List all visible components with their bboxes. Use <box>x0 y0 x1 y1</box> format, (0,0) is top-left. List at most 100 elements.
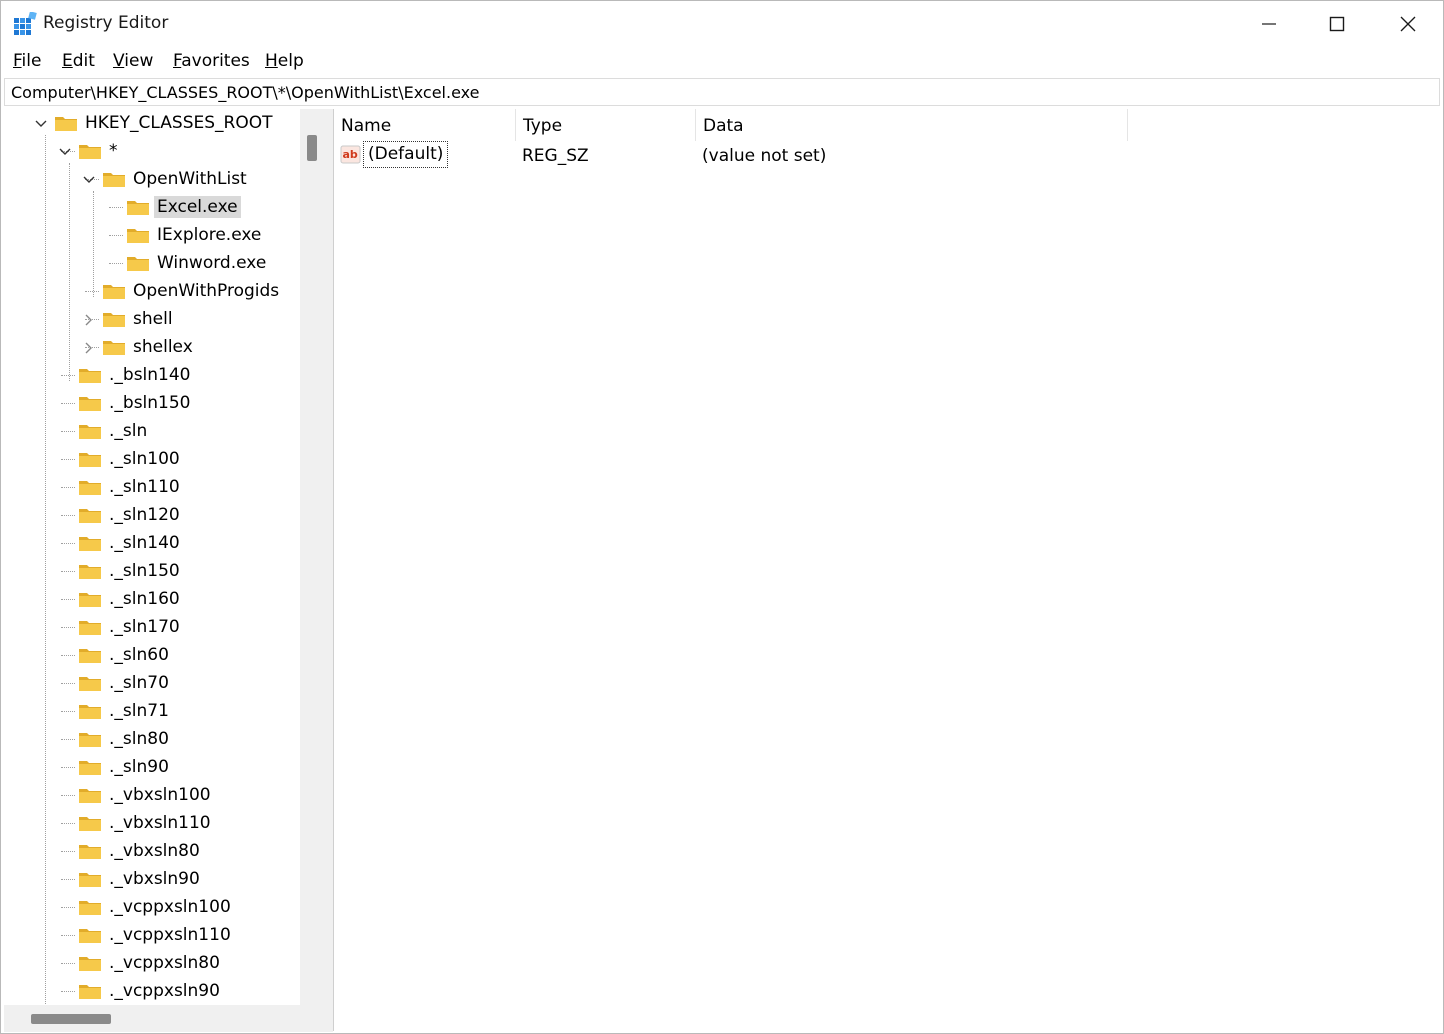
tree-node-label: ._bsln150 <box>109 393 191 413</box>
folder-icon <box>79 145 101 159</box>
tree-node[interactable]: ._vbxsln80 <box>78 838 203 864</box>
tree-node-label: ._vbxsln80 <box>109 841 200 861</box>
address-path[interactable]: Computer\HKEY_CLASSES_ROOT\*\OpenWithLis… <box>11 83 479 102</box>
tree-node-label: ._sln150 <box>109 561 180 581</box>
tree-node[interactable]: ._bsln140 <box>78 362 194 388</box>
tree-node[interactable]: ._vcppxsln80 <box>78 950 223 976</box>
maximize-button[interactable] <box>1302 1 1372 47</box>
tree-node[interactable]: shellex <box>102 334 196 360</box>
tree-node[interactable]: ._sln71 <box>78 698 172 724</box>
registry-editor-window: Registry Editor File Edit View Favorites… <box>0 0 1444 1034</box>
title-bar[interactable]: Registry Editor <box>1 1 1443 47</box>
tree-node[interactable]: ._sln <box>78 418 150 444</box>
minimize-icon <box>1262 23 1276 25</box>
tree-node[interactable]: ._sln90 <box>78 754 172 780</box>
tree-node[interactable]: ._vbxsln90 <box>78 866 203 892</box>
menu-favorites[interactable]: Favorites <box>173 51 250 71</box>
folder-icon <box>55 117 77 131</box>
tree-node[interactable]: ._sln170 <box>78 614 183 640</box>
tree-guide-line <box>61 487 75 488</box>
tree-node[interactable]: ._vcppxsln110 <box>78 922 234 948</box>
value-type: REG_SZ <box>522 146 589 166</box>
tree-node[interactable]: ._vbxsln110 <box>78 810 214 836</box>
tree-node[interactable]: shell <box>102 306 176 332</box>
window-title: Registry Editor <box>43 13 169 33</box>
tree-horizontal-scrollbar[interactable] <box>4 1005 300 1032</box>
folder-icon <box>79 985 101 999</box>
value-data: (value not set) <box>702 146 827 166</box>
tree-node[interactable]: Winword.exe <box>126 250 269 276</box>
menu-view-accelerator: V <box>113 51 125 71</box>
tree-vertical-scrollbar[interactable] <box>300 109 326 1005</box>
column-header-name-label: Name <box>341 116 392 136</box>
tree-node[interactable]: HKEY_CLASSES_ROOT <box>54 110 276 136</box>
tree-node[interactable]: ._sln160 <box>78 586 183 612</box>
tree-node[interactable]: ._sln80 <box>78 726 172 752</box>
tree-node[interactable]: ._vcppxsln100 <box>78 894 234 920</box>
tree-node[interactable]: ._vcppxsln90 <box>78 978 223 1004</box>
folder-icon <box>79 789 101 803</box>
tree-node-label: IExplore.exe <box>157 225 262 245</box>
folder-icon <box>79 733 101 747</box>
menu-file[interactable]: File <box>13 51 41 71</box>
expand-chevron-icon[interactable] <box>82 312 96 326</box>
values-list-pane[interactable]: Name Type Data ab (Default) REG_SZ (valu… <box>333 109 1442 1031</box>
address-bar[interactable]: Computer\HKEY_CLASSES_ROOT\*\OpenWithLis… <box>4 78 1440 106</box>
tree-node[interactable]: Excel.exe <box>126 194 241 220</box>
tree-node[interactable]: ._bsln150 <box>78 390 194 416</box>
tree-node-label: ._vcppxsln80 <box>109 953 220 973</box>
tree-node[interactable]: ._sln150 <box>78 558 183 584</box>
key-tree-pane[interactable]: HKEY_CLASSES_ROOT * OpenWithList Excel.exe I… <box>4 109 326 1032</box>
menu-view[interactable]: View <box>113 51 153 71</box>
tree-guide-line <box>61 627 75 628</box>
value-name[interactable]: (Default) <box>363 141 449 168</box>
tree-node[interactable]: OpenWithList <box>102 166 250 192</box>
tree-vertical-scroll-thumb[interactable] <box>307 135 317 161</box>
tree-node[interactable]: ._sln120 <box>78 502 183 528</box>
value-row-default[interactable]: ab (Default) REG_SZ (value not set) <box>334 141 1442 170</box>
tree-node[interactable]: ._sln70 <box>78 670 172 696</box>
tree-node[interactable]: ._sln140 <box>78 530 183 556</box>
menu-edit[interactable]: Edit <box>62 51 95 71</box>
close-button[interactable] <box>1373 1 1443 47</box>
tree-node-label: ._sln80 <box>109 729 169 749</box>
tree-node[interactable]: ._sln60 <box>78 642 172 668</box>
folder-icon <box>79 845 101 859</box>
folder-icon <box>79 817 101 831</box>
column-header-type[interactable]: Type <box>516 109 696 141</box>
folder-icon <box>79 509 101 523</box>
tree-guide-line <box>85 291 99 292</box>
tree-node-label: ._sln90 <box>109 757 169 777</box>
tree-guide-line <box>61 879 75 880</box>
tree-node[interactable]: * <box>78 138 121 164</box>
tree-node[interactable]: ._vbxsln100 <box>78 782 214 808</box>
tree-guide-line <box>69 163 70 381</box>
menu-favorites-accelerator: F <box>173 51 182 71</box>
expand-chevron-icon[interactable] <box>82 340 96 354</box>
tree-node-label: ._sln110 <box>109 477 180 497</box>
tree-node[interactable]: IExplore.exe <box>126 222 264 248</box>
tree-guide-line <box>45 135 46 1032</box>
tree-node-label: ._sln140 <box>109 533 180 553</box>
minimize-button[interactable] <box>1234 1 1304 47</box>
tree-node-label: HKEY_CLASSES_ROOT <box>85 113 273 133</box>
collapse-chevron-icon[interactable] <box>82 172 96 186</box>
folder-icon <box>79 565 101 579</box>
folder-icon <box>79 537 101 551</box>
tree-guide-line <box>61 963 75 964</box>
tree-node-label: ._sln60 <box>109 645 169 665</box>
tree-node-label: ._sln100 <box>109 449 180 469</box>
tree-guide-line <box>61 823 75 824</box>
menu-help[interactable]: Help <box>265 51 304 71</box>
tree-node[interactable]: ._sln110 <box>78 474 183 500</box>
tree-horizontal-scroll-thumb[interactable] <box>31 1014 111 1024</box>
tree-node-label: shellex <box>133 337 193 357</box>
tree-node[interactable]: ._sln100 <box>78 446 183 472</box>
tree-node[interactable]: OpenWithProgids <box>102 278 282 304</box>
collapse-chevron-icon[interactable] <box>58 144 72 158</box>
column-header-name[interactable]: Name <box>334 109 516 141</box>
tree-guide-line <box>61 543 75 544</box>
column-header-data[interactable]: Data <box>696 109 1128 141</box>
pane-splitter[interactable] <box>326 109 333 1032</box>
collapse-chevron-icon[interactable] <box>34 116 48 130</box>
